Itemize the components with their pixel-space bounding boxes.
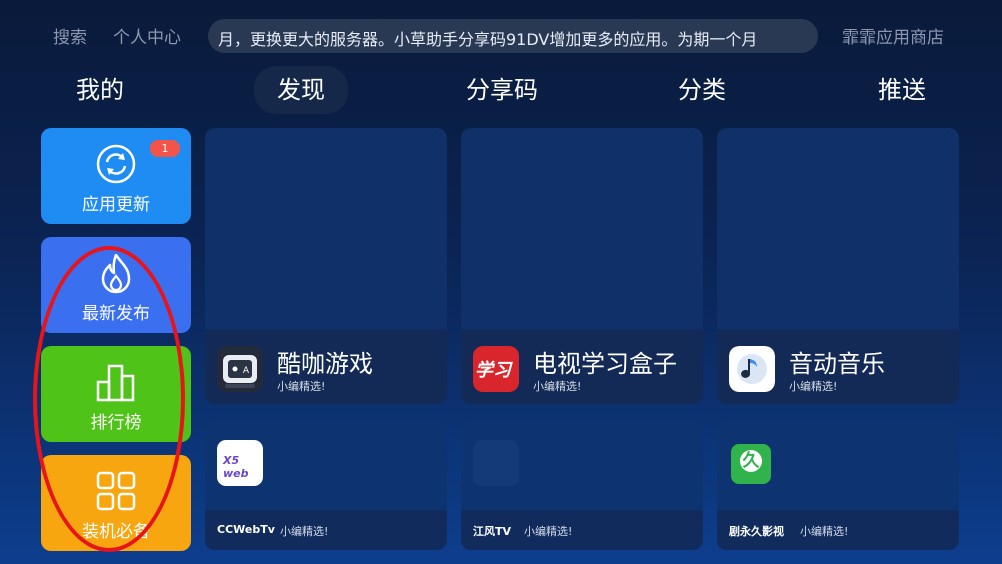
app-card-jiangfeng-tv[interactable]: 江风TV 小编精选!	[461, 420, 703, 550]
announcement-marquee: 月，更换更大的服务器。小草助手分享码91DV增加更多的应用。为期一个月	[208, 19, 818, 53]
latest-release-button[interactable]: 最新发布	[41, 237, 191, 333]
card-info-bar: CCWebTv 小编精选!	[205, 510, 447, 550]
app-subtitle: 小编精选!	[524, 525, 573, 538]
app-card-juyongjiu[interactable]: 久 剧永久影视 小编精选!	[717, 420, 959, 550]
refresh-icon	[96, 144, 136, 184]
card-info-bar: 学习 电视学习盒子 小编精选!	[461, 330, 703, 404]
kuka-game-icon: A	[217, 346, 263, 392]
tab-discover[interactable]: 发现	[254, 66, 348, 114]
featured-card-tv-study[interactable]: 学习 电视学习盒子 小编精选!	[461, 128, 703, 404]
essential-apps-label: 装机必备	[82, 522, 150, 542]
app-name: 剧永久影视	[729, 525, 784, 538]
music-note-icon	[729, 346, 775, 392]
update-count-badge: 1	[150, 140, 180, 157]
essential-apps-button[interactable]: 装机必备	[41, 455, 191, 551]
announcement-text: 月，更换更大的服务器。小草助手分享码91DV增加更多的应用。为期一个月	[218, 30, 758, 49]
app-subtitle: 小编精选!	[533, 380, 582, 393]
ranking-label: 排行榜	[90, 413, 142, 433]
app-card-ccwebtv[interactable]: X5 web CCWebTv 小编精选!	[205, 420, 447, 550]
app-title: 酷咖游戏	[277, 350, 373, 378]
ranking-button[interactable]: 排行榜	[41, 346, 191, 442]
app-subtitle: 小编精选!	[277, 380, 326, 393]
featured-card-kuka[interactable]: A 酷咖游戏 小编精选!	[205, 128, 447, 404]
grid-icon	[96, 471, 136, 511]
tv-study-box-icon: 学习	[473, 346, 519, 392]
card-info-bar: A 酷咖游戏 小编精选!	[205, 330, 447, 404]
app-name: 江风TV	[473, 525, 512, 538]
featured-card-music[interactable]: 音动音乐 小编精选!	[717, 128, 959, 404]
bar-chart-icon	[96, 364, 135, 402]
search-link[interactable]: 搜索	[53, 23, 87, 48]
app-title: 电视学习盒子	[533, 350, 677, 378]
tab-category[interactable]: 分类	[664, 66, 740, 114]
profile-link[interactable]: 个人中心	[113, 23, 181, 48]
jiu-icon: 久	[731, 444, 771, 484]
card-info-bar: 音动音乐 小编精选!	[717, 330, 959, 404]
store-name-label: 霏霏应用商店	[842, 28, 944, 48]
card-info-bar: 剧永久影视 小编精选!	[717, 510, 959, 550]
app-subtitle: 小编精选!	[280, 525, 329, 538]
app-subtitle: 小编精选!	[800, 525, 849, 538]
app-title: 音动音乐	[789, 350, 885, 378]
tab-share-code[interactable]: 分享码	[454, 66, 550, 114]
app-subtitle: 小编精选!	[789, 380, 838, 393]
top-bar: 搜索 个人中心 月，更换更大的服务器。小草助手分享码91DV增加更多的应用。为期…	[0, 0, 1002, 70]
jiangfeng-tv-icon	[473, 440, 519, 486]
tab-mine[interactable]: 我的	[60, 66, 140, 114]
svg-text:A: A	[243, 366, 250, 376]
tab-push[interactable]: 推送	[862, 66, 942, 114]
latest-release-label: 最新发布	[82, 304, 150, 324]
x5-web-icon: X5 web	[217, 440, 263, 486]
app-update-label: 应用更新	[82, 195, 150, 215]
card-info-bar: 江风TV 小编精选!	[461, 510, 703, 550]
main-tabs: 我的 发现 分享码 分类 推送	[0, 66, 1002, 116]
app-name: CCWebTv	[217, 523, 275, 536]
flame-icon	[101, 253, 131, 294]
